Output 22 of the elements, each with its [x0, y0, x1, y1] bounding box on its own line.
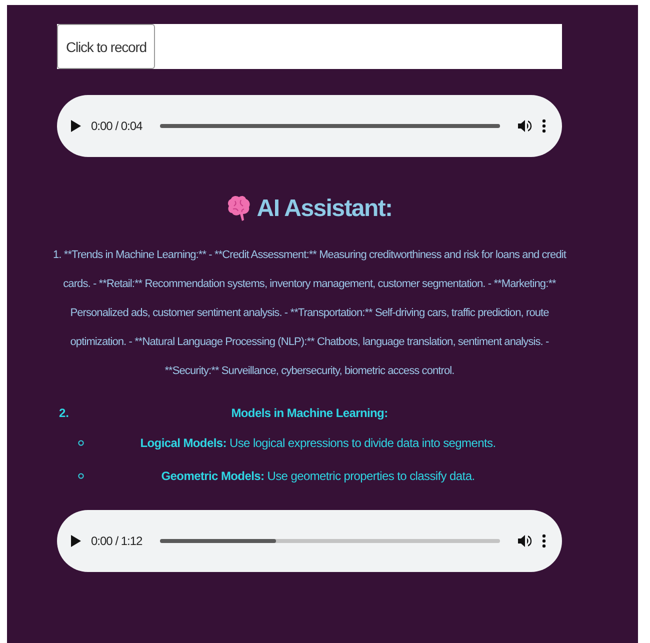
assistant-heading: AI Assistant: — [256, 195, 392, 223]
brain-icon — [226, 195, 251, 223]
assistant-paragraph: 1. **Trends in Machine Learning:** - **Credit Assessment:** Measuring creditworthiness and risk for loans and credit cards. - **Retail:** Recommendation systems, inventory management, customer segmentation. - **Marketing:** Personalized ads, customer sentiment analysis. - **Transportation:** Self-driving cars, traffic prediction, route optimization. - **Natural Language Processing (NLP):** Chatbots, language translation, sentiment analysis. - **Security:** Surveillance, cybersecurity, biometric access control. — [52, 248, 568, 379]
audio-progress-track[interactable] — [160, 539, 500, 543]
list-title: Models in Machine Learning: — [230, 406, 389, 420]
more-options-icon[interactable] — [542, 534, 546, 548]
audio-time: 0:00 / 1:12 — [91, 534, 142, 548]
audio-player[interactable]: 0:00 / 1:12 — [57, 510, 562, 572]
audio-player[interactable]: 0:00 / 0:04 — [57, 95, 562, 157]
audio-time: 0:00 / 0:04 — [91, 119, 142, 133]
volume-icon[interactable] — [518, 119, 532, 133]
more-options-icon[interactable] — [542, 119, 546, 133]
play-icon[interactable] — [71, 120, 81, 132]
bullet-icon — [78, 472, 84, 478]
list-number: 2. — [58, 406, 70, 420]
audio-progress-track[interactable] — [160, 124, 500, 128]
bullet-icon — [78, 440, 84, 446]
play-icon[interactable] — [71, 535, 81, 547]
record-button[interactable]: Click to record — [57, 24, 156, 69]
list-item-text: Geometric Models: Use geometric properties to classify data. — [160, 468, 476, 482]
list-item-text: Logical Models: Use logical expressions to divide data into segments. — [139, 436, 497, 450]
volume-icon[interactable] — [518, 534, 532, 548]
